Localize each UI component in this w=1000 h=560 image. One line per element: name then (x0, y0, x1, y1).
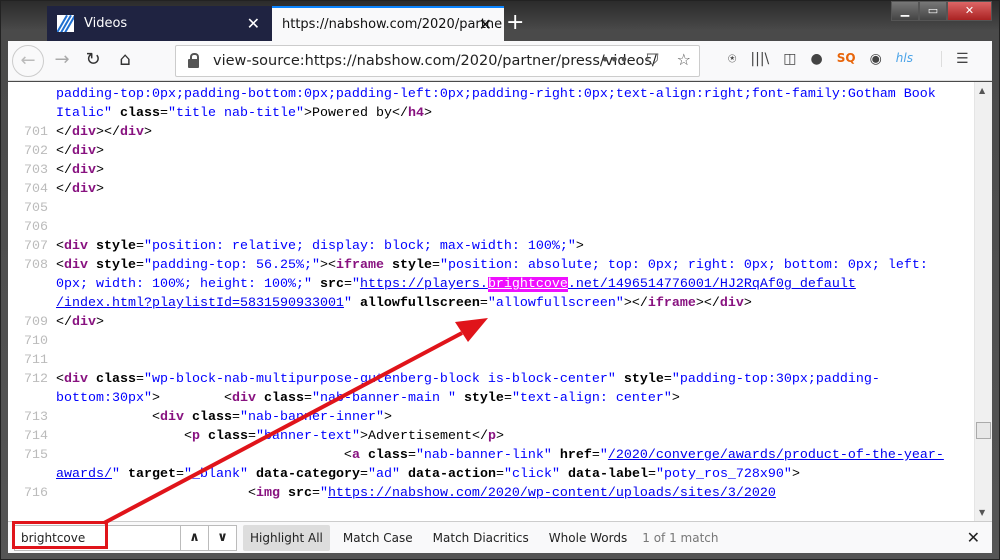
arrow-head (455, 318, 488, 342)
arrow-shaft (103, 331, 463, 525)
annotation-arrow (103, 318, 488, 525)
